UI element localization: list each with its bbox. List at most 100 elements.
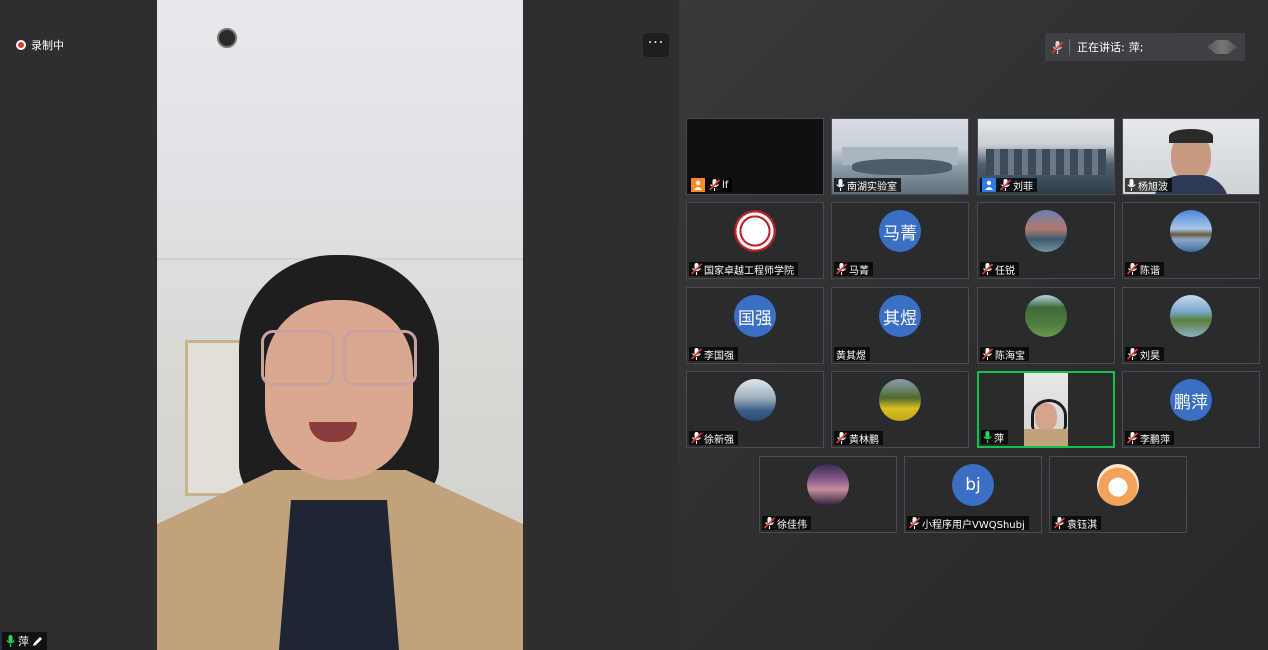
person-icon xyxy=(691,178,705,192)
participant-name: lf xyxy=(722,179,729,191)
participant-tile[interactable]: lf xyxy=(686,118,824,195)
participant-name: 陈谐 xyxy=(1140,265,1160,277)
avatar-initials: 其煜 xyxy=(879,295,921,337)
mic-muted-icon xyxy=(1127,432,1138,444)
mic-on-icon xyxy=(983,431,992,443)
avatar-image xyxy=(1170,295,1212,337)
participant-tile[interactable]: 徐新强 xyxy=(686,371,824,448)
mic-muted-icon xyxy=(982,348,993,360)
mic-muted-icon xyxy=(836,263,847,275)
participant-name: 李国强 xyxy=(704,350,734,362)
participant-name: 刘菲 xyxy=(1013,181,1033,193)
speaking-decoration xyxy=(1207,40,1237,54)
participant-label: 国家卓越工程师学院 xyxy=(689,262,798,277)
mic-muted-icon xyxy=(1045,40,1069,54)
participant-label: 刘菲 xyxy=(980,178,1037,193)
more-options-button[interactable]: ··· xyxy=(643,33,669,57)
speaking-name: 萍; xyxy=(1128,41,1144,54)
participant-tile[interactable]: 袁钰淇 xyxy=(1049,456,1187,533)
ceiling-light xyxy=(217,28,237,48)
participant-label: 萍 xyxy=(981,430,1008,445)
participant-tile[interactable]: 国家卓越工程师学院 xyxy=(686,202,824,279)
record-dot-icon xyxy=(16,40,26,50)
speaking-indicator: 正在讲话: 萍; xyxy=(1045,33,1245,61)
avatar-image xyxy=(807,464,849,506)
participant-name: 马菁 xyxy=(849,265,869,277)
participant-tile[interactable]: 杨旭波 xyxy=(1122,118,1260,195)
avatar-image xyxy=(1097,464,1139,506)
participant-label: 刘昊 xyxy=(1125,347,1164,362)
mic-muted-icon xyxy=(836,432,847,444)
recording-indicator[interactable]: 录制中 xyxy=(16,37,64,53)
participant-label: 徐佳伟 xyxy=(762,516,811,531)
avatar-initials: 国强 xyxy=(734,295,776,337)
participant-tile[interactable]: 马菁 马菁 xyxy=(831,202,969,279)
participant-name: 任锐 xyxy=(995,265,1015,277)
participant-tile[interactable]: 国强李国强 xyxy=(686,287,824,364)
participant-name: 小程序用户VWQShubj xyxy=(922,519,1025,531)
mic-muted-icon xyxy=(909,517,920,529)
participant-name: 南湖实验室 xyxy=(847,181,897,193)
main-video-area[interactable]: 录制中 ··· 萍 xyxy=(0,0,679,650)
main-speaker-video xyxy=(157,0,523,650)
participant-label: 徐新强 xyxy=(689,431,738,446)
participant-name: 徐新强 xyxy=(704,434,734,446)
mic-muted-icon xyxy=(1000,179,1011,191)
participant-tile[interactable]: 鹏萍李鹏萍 xyxy=(1122,371,1260,448)
participant-label: 李国强 xyxy=(689,347,738,362)
participant-name: 萍 xyxy=(994,433,1004,445)
participant-label: 任锐 xyxy=(980,262,1019,277)
participant-tile[interactable]: 其煜黄其煜 xyxy=(831,287,969,364)
participant-label: 杨旭波 xyxy=(1125,178,1172,193)
avatar-image xyxy=(1170,210,1212,252)
participant-tile[interactable]: 萍 xyxy=(977,371,1115,448)
participant-label: 黄其煜 xyxy=(834,347,870,362)
participant-label: 陈谐 xyxy=(1125,262,1164,277)
participant-name: 袁钰淇 xyxy=(1067,519,1097,531)
mic-muted-icon xyxy=(1127,348,1138,360)
participant-label: 李鹏萍 xyxy=(1125,431,1174,446)
participant-tile[interactable]: bj 小程序用户VWQShubj xyxy=(904,456,1042,533)
participant-name: 陈海宝 xyxy=(995,350,1025,362)
avatar-initials: 鹏萍 xyxy=(1170,379,1212,421)
mic-muted-icon xyxy=(1054,517,1065,529)
participant-name: 杨旭波 xyxy=(1138,181,1168,193)
mic-muted-icon xyxy=(1127,263,1138,275)
participant-label: 陈海宝 xyxy=(980,347,1029,362)
participant-tile[interactable]: 刘昊 xyxy=(1122,287,1260,364)
participant-label: 袁钰淇 xyxy=(1052,516,1101,531)
participant-name: 李鹏萍 xyxy=(1140,434,1170,446)
participant-label: 小程序用户VWQShubj xyxy=(907,516,1029,531)
participant-tile[interactable]: 陈海宝 xyxy=(977,287,1115,364)
mic-on-icon[interactable] xyxy=(6,635,15,647)
participant-label: lf xyxy=(689,178,733,192)
mic-on-icon xyxy=(836,179,845,191)
participant-name: 刘昊 xyxy=(1140,350,1160,362)
participant-label: 南湖实验室 xyxy=(834,178,901,193)
participant-name: 黄林鹏 xyxy=(849,434,879,446)
participant-name: 徐佳伟 xyxy=(777,519,807,531)
person-icon xyxy=(982,178,996,192)
participant-name: 黄其煜 xyxy=(836,350,866,362)
recording-label: 录制中 xyxy=(31,39,64,52)
participant-name: 国家卓越工程师学院 xyxy=(704,265,794,277)
pencil-icon[interactable] xyxy=(32,636,43,647)
mic-muted-icon xyxy=(691,348,702,360)
participant-tile[interactable]: 徐佳伟 xyxy=(759,456,897,533)
participant-tile[interactable]: 黄林鹏 xyxy=(831,371,969,448)
mic-muted-icon xyxy=(982,263,993,275)
avatar-image xyxy=(1025,295,1067,337)
participant-label: 马菁 xyxy=(834,262,873,277)
mic-muted-icon xyxy=(764,517,775,529)
participant-tile[interactable]: 陈谐 xyxy=(1122,202,1260,279)
mic-muted-icon xyxy=(691,263,702,275)
speaking-label: 正在讲话: xyxy=(1077,41,1125,54)
participant-tile[interactable]: 南湖实验室 xyxy=(831,118,969,195)
mic-muted-icon xyxy=(691,432,702,444)
main-speaker-label: 萍 xyxy=(2,632,47,650)
participant-tile[interactable]: 刘菲 xyxy=(977,118,1115,195)
avatar-initials: bj xyxy=(952,464,994,506)
avatar-image xyxy=(734,379,776,421)
participant-tile[interactable]: 任锐 xyxy=(977,202,1115,279)
mic-muted-icon xyxy=(709,179,720,191)
